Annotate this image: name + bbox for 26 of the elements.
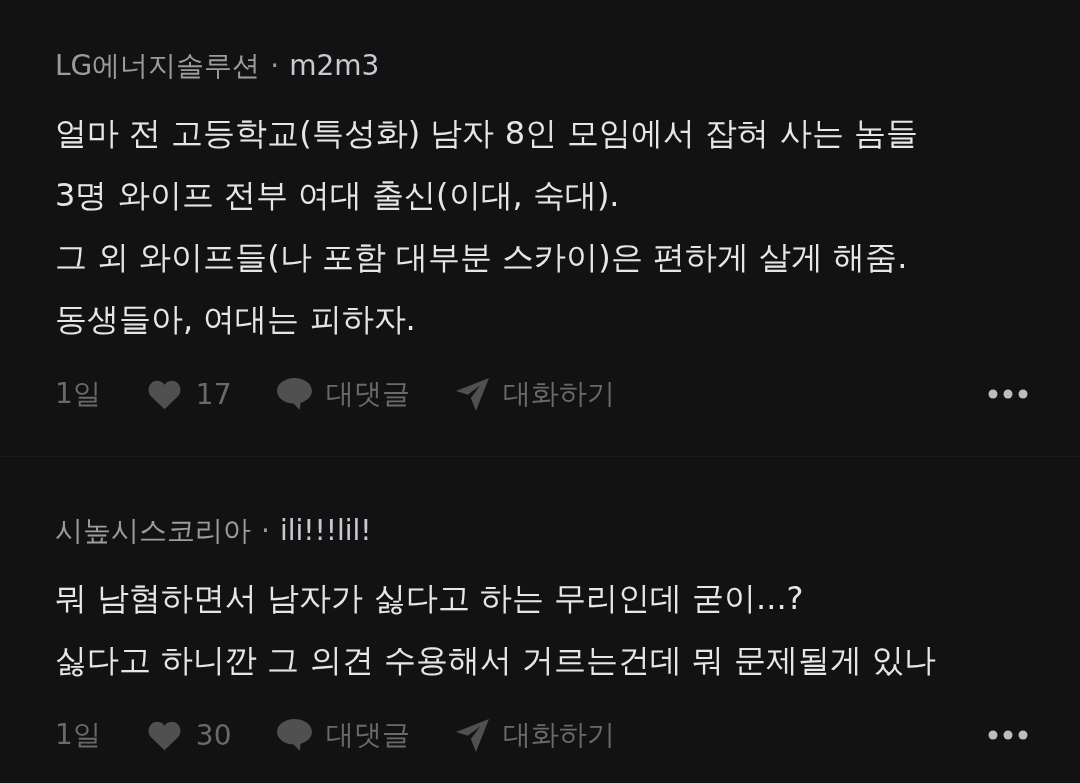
comment-time: 1일 xyxy=(55,376,101,412)
reply-button[interactable]: 대댓글 xyxy=(277,716,411,754)
company-name: 시높시스코리아 xyxy=(55,513,251,549)
comment-text: 뭐 남혐하면서 남자가 싫다고 하는 무리인데 굳이...? 싫다고 하니깐 그 의견 수용해서 거르는건데 뭐 문제될게 있나 xyxy=(55,578,938,681)
more-options-button[interactable] xyxy=(988,389,1028,399)
speech-bubble-icon xyxy=(277,378,313,410)
paper-plane-icon xyxy=(456,718,490,752)
heart-icon xyxy=(146,378,182,410)
comment-text: 얼마 전 고등학교(특성화) 남자 8인 모임에서 잡혀 사는 놈들 3명 와이프 전부 여대 출신(이대, 숙대). 그 외 와이프들(나 포함 대부분 스카이)은 편하게 살게 해줌. 동생들아, 여대는 피하자. xyxy=(55,113,919,340)
like-button[interactable]: 17 xyxy=(146,377,232,411)
paper-plane-icon xyxy=(456,377,490,411)
company-name: LG에너지솔루션 xyxy=(55,48,261,84)
author-nickname: ili!!!lil! xyxy=(279,513,372,549)
like-button[interactable]: 30 xyxy=(146,718,232,752)
more-dots-icon xyxy=(988,730,1028,740)
more-options-button[interactable] xyxy=(988,730,1028,740)
separator-dot: · xyxy=(261,513,270,549)
author-nickname: m2m3 xyxy=(289,48,380,84)
reply-button[interactable]: 대댓글 xyxy=(277,375,411,413)
separator-dot: · xyxy=(270,48,280,84)
heart-icon xyxy=(146,719,182,751)
chat-button[interactable]: 대화하기 xyxy=(456,375,616,413)
speech-bubble-icon xyxy=(277,719,313,751)
chat-button[interactable]: 대화하기 xyxy=(456,716,616,754)
more-dots-icon xyxy=(988,389,1028,399)
comment-time: 1일 xyxy=(55,717,101,753)
